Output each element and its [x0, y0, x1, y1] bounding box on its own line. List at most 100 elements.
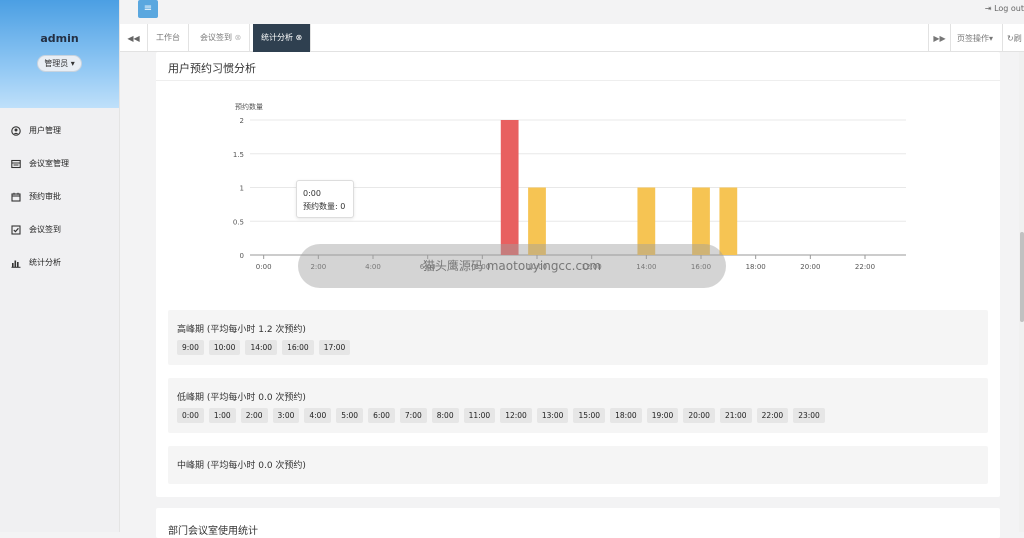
close-icon[interactable]: ⊗ — [296, 33, 303, 42]
close-icon[interactable]: ⊗ — [235, 33, 242, 42]
hour-chip: 2:00 — [240, 408, 268, 423]
calendar-icon — [11, 192, 21, 202]
hour-chip: 15:00 — [573, 408, 606, 423]
tab-scroll-right-button[interactable]: ▶▶ — [928, 24, 950, 52]
y-tick-label: 0.5 — [233, 218, 244, 226]
hour-chip: 5:00 — [336, 408, 364, 423]
low-hours: 0:00 1:00 2:00 3:00 4:00 5:00 6:00 7:00 8:00 11:0… — [177, 408, 830, 423]
sidebar-item-label: 会议签到 — [29, 225, 61, 234]
x-tick-label: 20:00 — [800, 263, 820, 271]
top-bar: ≡ ⇥ Log out — [120, 0, 1024, 24]
sidebar-item-users[interactable]: 用户管理 — [0, 114, 119, 147]
hour-chip: 16:00 — [282, 340, 314, 355]
hour-chip: 11:00 — [463, 408, 496, 423]
refresh-icon: ↻ — [1007, 33, 1014, 43]
refresh-label: 刷 — [1013, 33, 1022, 43]
hour-chip: 18:00 — [610, 408, 642, 423]
hour-chip: 4:00 — [304, 408, 332, 423]
check-square-icon — [11, 224, 21, 235]
forward-icon: ▶▶ — [933, 33, 946, 43]
hour-chip: 7:00 — [399, 408, 427, 423]
hour-chip: 19:00 — [646, 408, 679, 423]
watermark-banner: 猫头鹰源码 maotouyingcc.com — [298, 244, 726, 288]
hour-chip: 23:00 — [793, 408, 825, 423]
y-axis-label: 预约数量 — [235, 102, 263, 111]
page-ops-label: 页签操作 — [957, 33, 989, 43]
panel-title: 用户预约习惯分析 — [168, 62, 256, 75]
chart-tooltip: 0:00 预约数量: 0 — [296, 180, 354, 218]
department-usage-panel: 部门会议室使用统计 — [156, 508, 1000, 538]
hour-chip: 12:00 — [500, 408, 532, 423]
sidebar-item-label: 预约审批 — [29, 192, 61, 201]
tab-bar: ◀◀ 工作台 会议签到 ⊗ 统计分析 ⊗ ▶▶ 页签操作 ▾ ↻ 刷 — [120, 24, 1024, 52]
y-tick-label: 0 — [240, 252, 244, 260]
tab-label: 会议签到 — [200, 33, 232, 42]
list-icon — [11, 159, 21, 169]
sidebar: admin 管理员 ▾ 用户管理 会议室管理 预约审批 会议签到 统计分析 — [0, 0, 120, 532]
user-circle-icon — [11, 125, 21, 136]
sidebar-item-label: 会议室管理 — [29, 159, 69, 168]
page-ops-dropdown[interactable]: 页签操作 ▾ — [950, 24, 999, 52]
sidebar-item-label: 统计分析 — [29, 258, 61, 267]
peak-period-card: 高峰期 (平均每小时 1.2 次预约) 9:00 10:00 14:00 16:00 1… — [168, 310, 988, 365]
bar-17:00[interactable] — [719, 187, 738, 256]
y-tick-label: 1 — [240, 185, 244, 193]
sidebar-menu: 用户管理 会议室管理 预约审批 会议签到 统计分析 — [0, 114, 119, 279]
tab-stats[interactable]: 统计分析 ⊗ — [253, 24, 312, 52]
tab-label: 工作台 — [156, 33, 180, 42]
x-tick-label: 22:00 — [855, 263, 875, 271]
bar-chart-icon — [11, 258, 21, 268]
sidebar-item-approval[interactable]: 预约审批 — [0, 180, 119, 213]
tooltip-value: 预约数量: 0 — [303, 202, 346, 211]
sign-out-icon: ⇥ — [984, 4, 992, 13]
hour-chip: 6:00 — [368, 408, 395, 423]
hour-chip: 10:00 — [208, 340, 241, 355]
divider — [156, 80, 1000, 81]
logout-label: Log out — [994, 4, 1024, 13]
hour-chip: 22:00 — [756, 408, 789, 423]
mid-period-title: 中峰期 (平均每小时 0.0 次预约) — [177, 461, 306, 471]
sidebar-item-checkin[interactable]: 会议签到 — [0, 213, 119, 246]
refresh-button[interactable]: ↻ 刷 — [1002, 24, 1024, 52]
tab-label: 统计分析 — [261, 33, 293, 42]
profile-header: admin 管理员 ▾ — [0, 0, 119, 108]
hour-chip: 13:00 — [536, 408, 569, 423]
tab-workbench[interactable]: 工作台 — [148, 24, 189, 52]
role-label: 管理员 — [44, 59, 69, 68]
low-period-card: 低峰期 (平均每小时 0.0 次预约) 0:00 1:00 2:00 3:00 4:00… — [168, 378, 988, 433]
bar-9:00[interactable] — [500, 120, 519, 255]
username: admin — [40, 32, 79, 45]
sidebar-item-rooms[interactable]: 会议室管理 — [0, 147, 119, 180]
scrollbar-thumb[interactable] — [1020, 232, 1024, 322]
hour-chip: 21:00 — [719, 408, 752, 423]
peak-hours: 9:00 10:00 14:00 16:00 17:00 — [177, 340, 355, 355]
hour-chip: 20:00 — [683, 408, 715, 423]
x-tick-label: 18:00 — [746, 263, 766, 271]
hamburger-icon: ≡ — [143, 3, 153, 14]
tab-checkin[interactable]: 会议签到 ⊗ — [192, 24, 251, 52]
hour-chip: 17:00 — [318, 340, 351, 355]
y-tick-label: 1.5 — [233, 151, 244, 159]
logout-link[interactable]: ⇥ Log out — [985, 4, 1024, 13]
backward-icon: ◀◀ — [127, 33, 140, 43]
hour-chip: 14:00 — [245, 340, 278, 355]
tab-scroll-left-button[interactable]: ◀◀ — [120, 24, 148, 52]
mid-period-card: 中峰期 (平均每小时 0.0 次预约) — [168, 446, 988, 484]
tooltip-time: 0:00 — [303, 189, 321, 198]
caret-down-icon: ▾ — [70, 59, 75, 68]
y-tick-label: 2 — [240, 117, 244, 125]
sidebar-item-label: 用户管理 — [29, 126, 61, 135]
menu-toggle-button[interactable]: ≡ — [138, 0, 158, 18]
role-dropdown[interactable]: 管理员 ▾ — [37, 55, 82, 72]
hour-chip: 1:00 — [208, 408, 236, 423]
caret-down-icon: ▾ — [989, 33, 994, 43]
x-tick-label: 0:00 — [256, 263, 272, 271]
low-period-title: 低峰期 (平均每小时 0.0 次预约) — [177, 393, 306, 403]
hour-chip: 8:00 — [431, 408, 459, 423]
hour-chip: 0:00 — [177, 408, 204, 423]
sidebar-item-stats[interactable]: 统计分析 — [0, 246, 119, 279]
panel-title: 部门会议室使用统计 — [168, 526, 258, 537]
peak-period-title: 高峰期 (平均每小时 1.2 次预约) — [177, 325, 306, 335]
hour-chip: 9:00 — [177, 340, 204, 355]
hour-chip: 3:00 — [272, 408, 300, 423]
